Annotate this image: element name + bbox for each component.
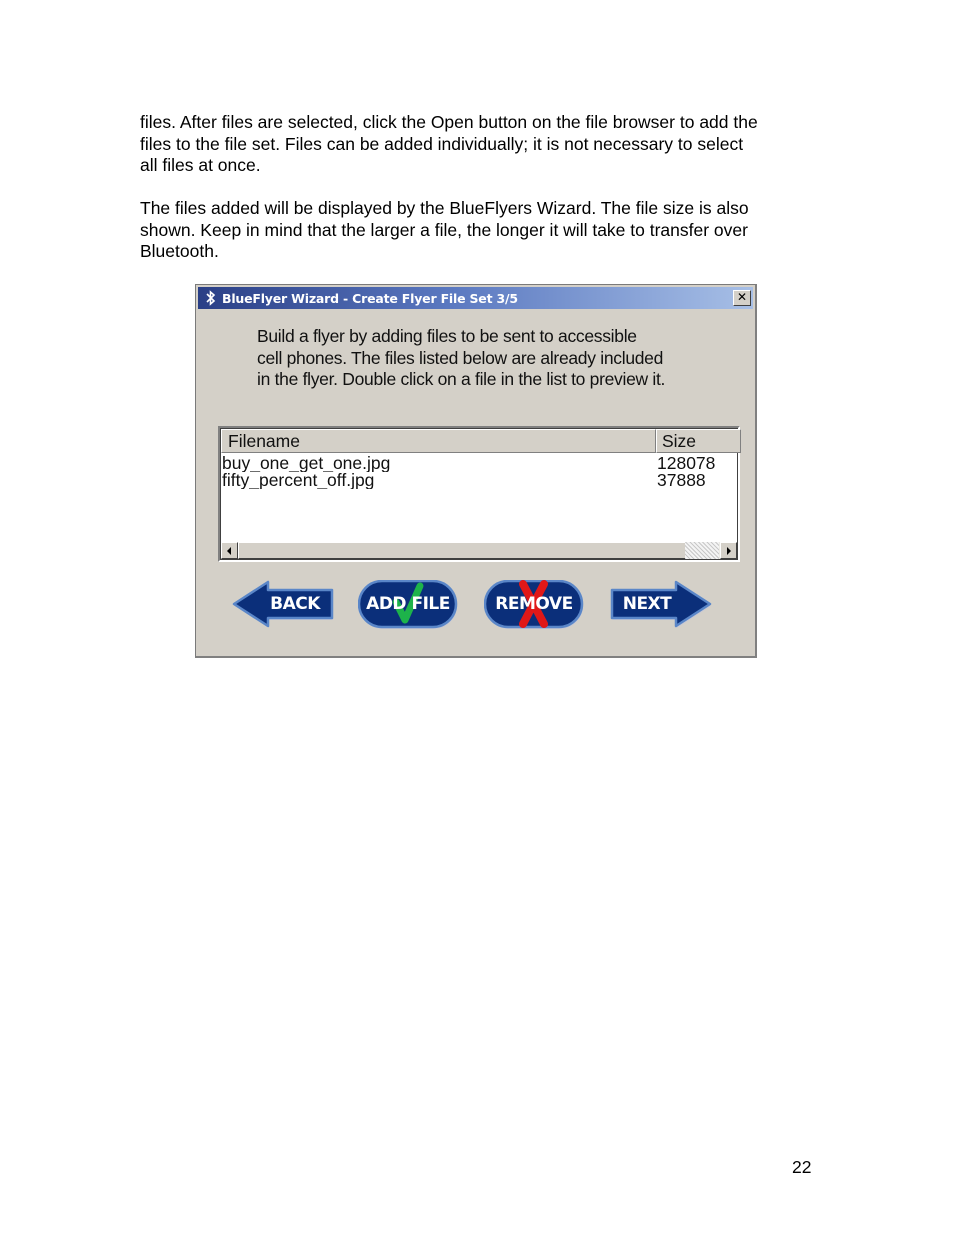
scroll-left-button[interactable]: [221, 542, 238, 559]
close-button[interactable]: ✕: [733, 290, 751, 306]
column-header-filename[interactable]: Filename: [221, 429, 656, 453]
next-label: NEXT: [622, 594, 672, 614]
file-size: 37888: [657, 472, 706, 489]
horizontal-scrollbar[interactable]: [221, 542, 737, 559]
paragraph-2-line: Bluetooth.: [140, 241, 219, 261]
paragraph-1-line: all files at once.: [140, 155, 261, 175]
paragraph-1: files. After files are selected, click t…: [140, 112, 830, 177]
close-icon: ✕: [736, 290, 748, 304]
bluetooth-icon: [206, 290, 216, 306]
wizard-instructions: Build a flyer by adding files to be sent…: [257, 326, 737, 391]
list-header: Filename Size: [221, 429, 741, 453]
column-header-size[interactable]: Size: [656, 429, 741, 453]
paragraph-1-line: files. After files are selected, click t…: [140, 112, 758, 132]
file-name: fifty_percent_off.jpg: [222, 472, 375, 489]
back-label: BACK: [270, 594, 320, 614]
dialog-titlebar: BlueFlyer Wizard - Create Flyer File Set…: [198, 287, 753, 309]
paragraph-2: The files added will be displayed by the…: [140, 198, 830, 263]
file-row[interactable]: fifty_percent_off.jpg 37888: [222, 472, 736, 489]
instruction-line: Build a flyer by adding files to be sent…: [257, 326, 637, 346]
back-button[interactable]: BACK: [232, 580, 334, 632]
add-file-button[interactable]: ADD FILE: [358, 580, 460, 632]
file-list-view[interactable]: Filename Size buy_one_get_one.jpg 128078…: [218, 426, 741, 562]
file-name: buy_one_get_one.jpg: [222, 455, 391, 472]
remove-button[interactable]: REMOVE: [484, 580, 586, 632]
file-row[interactable]: buy_one_get_one.jpg 128078: [222, 455, 736, 472]
dialog-title: BlueFlyer Wizard - Create Flyer File Set…: [222, 291, 518, 306]
paragraph-2-line: The files added will be displayed by the…: [140, 198, 749, 218]
page-number: 22: [792, 1157, 812, 1177]
add-file-label: ADD FILE: [366, 594, 450, 614]
remove-label: REMOVE: [495, 594, 573, 614]
wizard-dialog-screenshot: BlueFlyer Wizard - Create Flyer File Set…: [195, 284, 757, 658]
scroll-left-arrow-icon: [227, 547, 231, 555]
instruction-line: in the flyer. Double click on a file in …: [257, 369, 666, 389]
scroll-right-button[interactable]: [720, 542, 737, 559]
scroll-track[interactable]: [685, 542, 719, 559]
file-size: 128078: [657, 455, 716, 472]
scroll-thumb[interactable]: [238, 542, 687, 559]
instruction-line: cell phones. The files listed below are …: [257, 347, 664, 368]
paragraph-1-line: files to the file set. Files can be adde…: [140, 133, 744, 154]
paragraph-2-line: shown. Keep in mind that the larger a fi…: [140, 219, 748, 240]
next-button[interactable]: NEXT: [610, 580, 712, 632]
scroll-right-arrow-icon: [727, 547, 731, 555]
